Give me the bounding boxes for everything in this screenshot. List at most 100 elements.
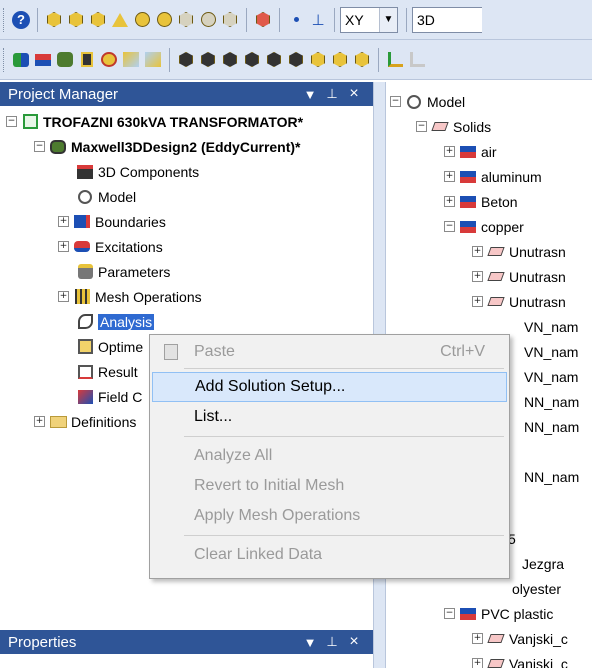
tree-item-copper-child[interactable]: VN_nam	[524, 364, 578, 389]
tree-item-copper-child[interactable]: NN_nam	[524, 389, 579, 414]
collapse-icon[interactable]: −	[444, 221, 455, 232]
tree-item-copper-child[interactable]: NN_nam	[524, 464, 579, 489]
tree-item-3d-components[interactable]: 3D Components	[76, 159, 199, 184]
menu-item-revert-initial-mesh[interactable]: Revert to Initial Mesh	[152, 471, 507, 501]
tree-item-optimetrics[interactable]: Optime	[76, 334, 143, 359]
expand-icon[interactable]: +	[472, 658, 483, 668]
panel-menu-icon[interactable]: ▼	[299, 87, 321, 102]
collapse-icon[interactable]: −	[416, 121, 427, 132]
tree-item-model-root[interactable]: − Model	[390, 89, 465, 114]
measure-dim-button[interactable]	[406, 48, 428, 72]
draw-regular-polyhedron-button[interactable]	[87, 8, 109, 32]
draw-bondwire-button[interactable]	[219, 8, 241, 32]
intersect-button[interactable]	[54, 48, 76, 72]
pin-icon[interactable]: ⊥	[321, 634, 343, 650]
chevron-down-icon[interactable]: ▼	[379, 7, 397, 32]
transform-button-3[interactable]	[219, 48, 241, 72]
point-button[interactable]	[285, 8, 307, 32]
draw-helix-button[interactable]	[175, 8, 197, 32]
tree-item-project[interactable]: − TROFAZNI 630kVA TRANSFORMATOR*	[6, 109, 303, 134]
expand-icon[interactable]: +	[472, 246, 483, 257]
tree-item-material-air[interactable]: + air	[444, 139, 497, 164]
draw-cone-button[interactable]	[109, 8, 131, 32]
expand-icon[interactable]: +	[58, 216, 69, 227]
draw-spiral-button[interactable]	[197, 8, 219, 32]
tree-item-material-beton[interactable]: + Beton	[444, 189, 518, 214]
plane-select[interactable]: XY ▼	[340, 6, 398, 33]
draw-point-button[interactable]	[252, 8, 274, 32]
subtract-button[interactable]	[32, 48, 54, 72]
tree-item-copper-child[interactable]: NN_nam	[524, 414, 579, 439]
tree-item-material-copper[interactable]: − copper	[444, 214, 524, 239]
transform-button-9[interactable]	[351, 48, 373, 72]
help-button[interactable]: ?	[10, 8, 32, 32]
sweep-along-path-button[interactable]	[142, 48, 164, 72]
toolbar-grip[interactable]	[3, 47, 6, 72]
expand-icon[interactable]: +	[58, 241, 69, 252]
tree-item-pvc-child[interactable]: + Vanjski_c	[472, 626, 568, 651]
draw-cylinder-button[interactable]	[65, 8, 87, 32]
tree-item-jezgra[interactable]: Jezgra	[522, 551, 564, 576]
menu-item-apply-mesh-operations[interactable]: Apply Mesh Operations	[152, 501, 507, 531]
expand-icon[interactable]: +	[472, 633, 483, 644]
expand-icon[interactable]: +	[444, 146, 455, 157]
menu-item-list[interactable]: List...	[152, 402, 507, 432]
tree-item-copper-child[interactable]: + Unutrasn	[472, 239, 566, 264]
tree-item-pvc-child[interactable]: + Vanjski_c	[472, 651, 568, 668]
sweep-button[interactable]	[120, 48, 142, 72]
menu-item-add-solution-setup[interactable]: Add Solution Setup...	[152, 372, 507, 402]
collapse-icon[interactable]: −	[6, 116, 17, 127]
tree-item-copper-child[interactable]: VN_nam	[524, 339, 578, 364]
collapse-icon[interactable]: −	[444, 608, 455, 619]
expand-icon[interactable]: +	[444, 171, 455, 182]
tree-item-boundaries[interactable]: + Boundaries	[58, 209, 166, 234]
separate-button[interactable]	[98, 48, 120, 72]
transform-button-2[interactable]	[197, 48, 219, 72]
pin-icon[interactable]: ⊥	[321, 86, 343, 102]
transform-button-8[interactable]	[329, 48, 351, 72]
transform-button-4[interactable]	[241, 48, 263, 72]
transform-button-1[interactable]	[175, 48, 197, 72]
tree-item-parameters[interactable]: Parameters	[76, 259, 170, 284]
transform-button-7[interactable]	[307, 48, 329, 72]
collapse-icon[interactable]: −	[390, 96, 401, 107]
menu-item-analyze-all[interactable]: Analyze All	[152, 441, 507, 471]
toolbar-grip[interactable]	[3, 7, 6, 32]
draw-sphere-button[interactable]	[131, 8, 153, 32]
panel-menu-icon[interactable]: ▼	[299, 635, 321, 650]
close-icon[interactable]: ×	[343, 633, 365, 651]
coordinate-system-button[interactable]: ⊥	[307, 8, 329, 32]
measure-button[interactable]	[384, 48, 406, 72]
tree-item-solids[interactable]: − Solids	[416, 114, 491, 139]
tree-item-analysis[interactable]: Analysis	[76, 309, 155, 334]
expand-icon[interactable]: +	[472, 296, 483, 307]
close-icon[interactable]: ×	[343, 85, 365, 103]
tree-item-design[interactable]: − Maxwell3DDesign2 (EddyCurrent)*	[34, 134, 301, 159]
expand-icon[interactable]: +	[472, 271, 483, 282]
tree-item-field-overlays[interactable]: Field C	[76, 384, 142, 409]
menu-item-paste[interactable]: Paste Ctrl+V	[152, 337, 507, 367]
tree-item-material-aluminum[interactable]: + aluminum	[444, 164, 542, 189]
menu-item-clear-linked-data[interactable]: Clear Linked Data	[152, 540, 507, 570]
expand-icon[interactable]: +	[444, 196, 455, 207]
transform-button-5[interactable]	[263, 48, 285, 72]
transform-button-6[interactable]	[285, 48, 307, 72]
view-mode-select[interactable]: 3D	[412, 6, 482, 33]
tree-item-copper-child[interactable]: + Unutrasn	[472, 289, 566, 314]
unite-button[interactable]	[10, 48, 32, 72]
tree-item-mesh-operations[interactable]: + Mesh Operations	[58, 284, 202, 309]
split-button[interactable]	[76, 48, 98, 72]
tree-item-model[interactable]: Model	[76, 184, 136, 209]
tree-item-material-polyester[interactable]: olyester	[512, 576, 561, 601]
tree-item-material-pvc[interactable]: − PVC plastic	[444, 601, 553, 626]
tree-item-copper-child[interactable]: + Unutrasn	[472, 264, 566, 289]
tree-item-excitations[interactable]: + Excitations	[58, 234, 163, 259]
tree-item-copper-child[interactable]: VN_nam	[524, 314, 578, 339]
collapse-icon[interactable]: −	[34, 141, 45, 152]
expand-icon[interactable]: +	[58, 291, 69, 302]
tree-item-definitions[interactable]: + Definitions	[34, 409, 136, 434]
tree-item-results[interactable]: Result	[76, 359, 138, 384]
expand-icon[interactable]: +	[34, 416, 45, 427]
draw-box-button[interactable]	[43, 8, 65, 32]
draw-torus-button[interactable]	[153, 8, 175, 32]
